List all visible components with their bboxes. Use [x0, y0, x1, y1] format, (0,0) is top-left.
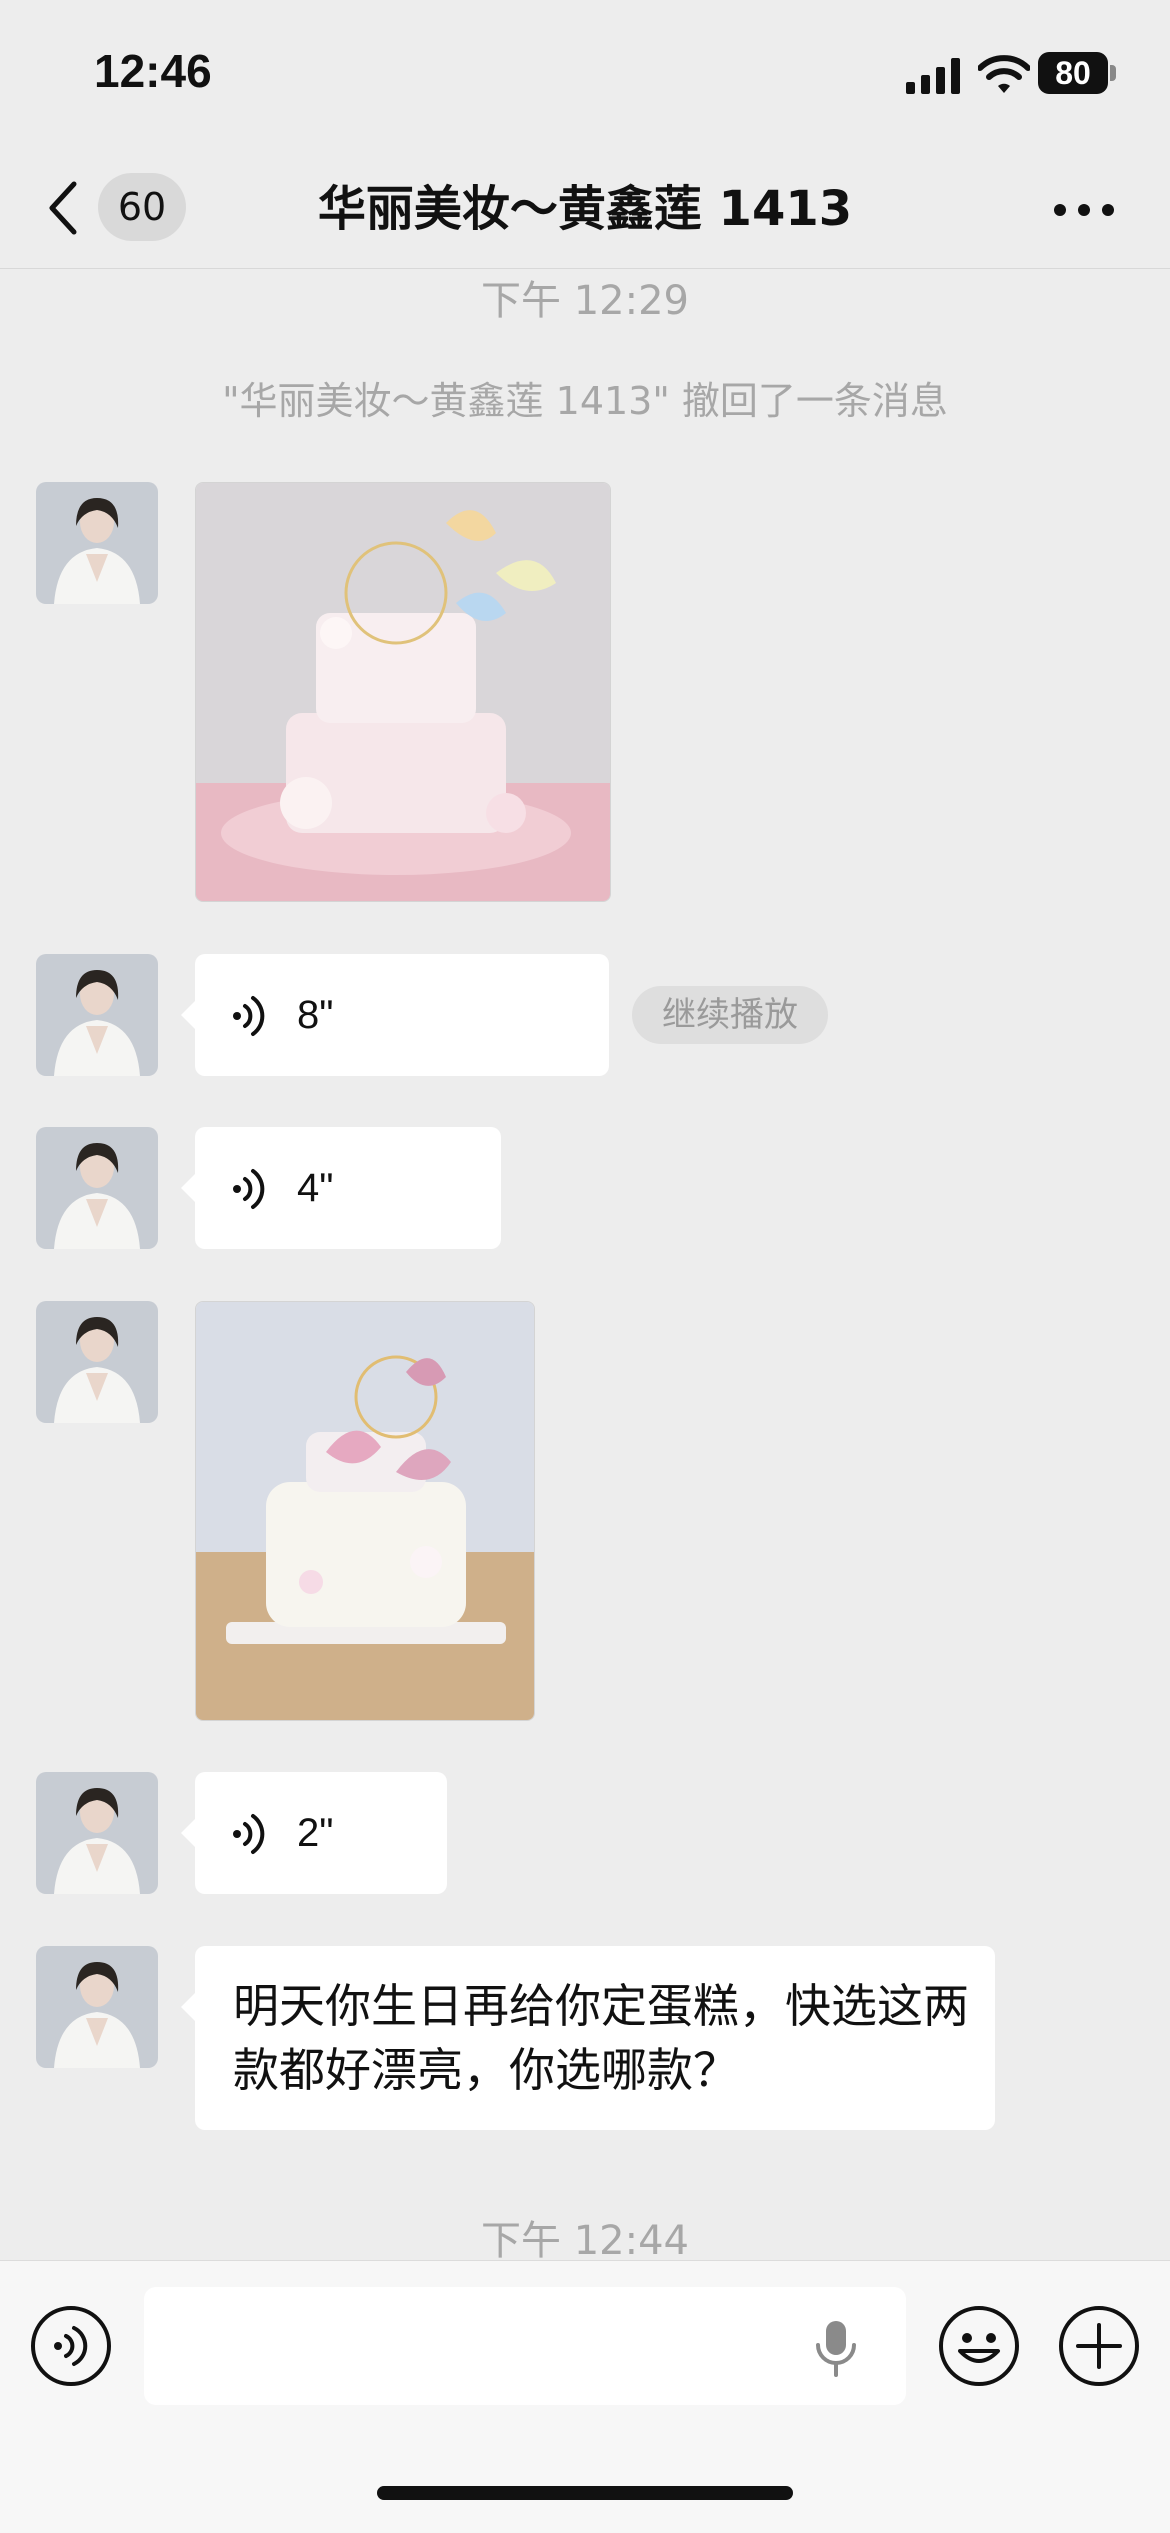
message-input[interactable] [144, 2287, 906, 2405]
chevron-left-icon[interactable] [44, 178, 84, 238]
wifi-icon [978, 55, 1030, 93]
microphone-icon[interactable] [814, 2319, 858, 2377]
bubble-tail [181, 1174, 195, 1202]
emoji-icon[interactable] [938, 2305, 1020, 2387]
avatar[interactable] [36, 1772, 158, 1894]
message-timestamp: 下午 12:29 [481, 278, 689, 324]
message-timestamp: 下午 12:44 [481, 2218, 689, 2264]
continue-playing-button[interactable]: 继续播放 [632, 986, 828, 1044]
avatar[interactable] [36, 482, 158, 604]
page-title: 华丽美妆～黄鑫莲 1413 [317, 181, 853, 237]
battery-tip [1110, 65, 1116, 81]
home-indicator[interactable] [377, 2486, 793, 2500]
chat-header: 60 华丽美妆～黄鑫莲 1413 [0, 150, 1170, 269]
avatar[interactable] [36, 1127, 158, 1249]
bubble-tail [181, 1993, 195, 2021]
signal-icon [906, 58, 960, 94]
status-bar: 12:46 80 [0, 0, 1170, 150]
avatar[interactable] [36, 954, 158, 1076]
avatar[interactable] [36, 1946, 158, 2068]
voice-duration: 2" [297, 1811, 334, 1855]
ellipsis-icon[interactable] [1052, 192, 1116, 228]
voice-wave-icon [233, 996, 265, 1036]
unread-count-badge[interactable]: 60 [98, 173, 186, 241]
voice-message[interactable]: 8" [181, 954, 609, 1076]
cake-photo-2[interactable] [195, 1301, 535, 1721]
voice-wave-icon [233, 1814, 265, 1854]
battery-icon: 80 [1038, 52, 1108, 94]
bubble-tail [181, 1819, 195, 1847]
voice-duration: 8" [297, 993, 334, 1037]
avatar[interactable] [36, 1301, 158, 1423]
voice-wave-icon [233, 1169, 265, 1209]
voice-duration: 4" [297, 1166, 334, 1210]
text-message[interactable]: 明天你生日再给你定蛋糕，快选这两款都好漂亮，你选哪款？ [181, 1946, 995, 2130]
bubble-tail [181, 1001, 195, 1029]
voice-message[interactable]: 4" [181, 1127, 501, 1249]
status-time: 12:46 [94, 45, 212, 97]
cake-photo-1[interactable] [195, 482, 611, 902]
recall-notice: "华丽美妆～黄鑫莲 1413" 撤回了一条消息 [222, 379, 948, 423]
voice-message[interactable]: 2" [181, 1772, 447, 1894]
message-text: 明天你生日再给你定蛋糕，快选这两款都好漂亮，你选哪款？ [233, 1979, 969, 2097]
voice-mode-icon[interactable] [30, 2305, 112, 2387]
plus-icon[interactable] [1058, 2305, 1140, 2387]
